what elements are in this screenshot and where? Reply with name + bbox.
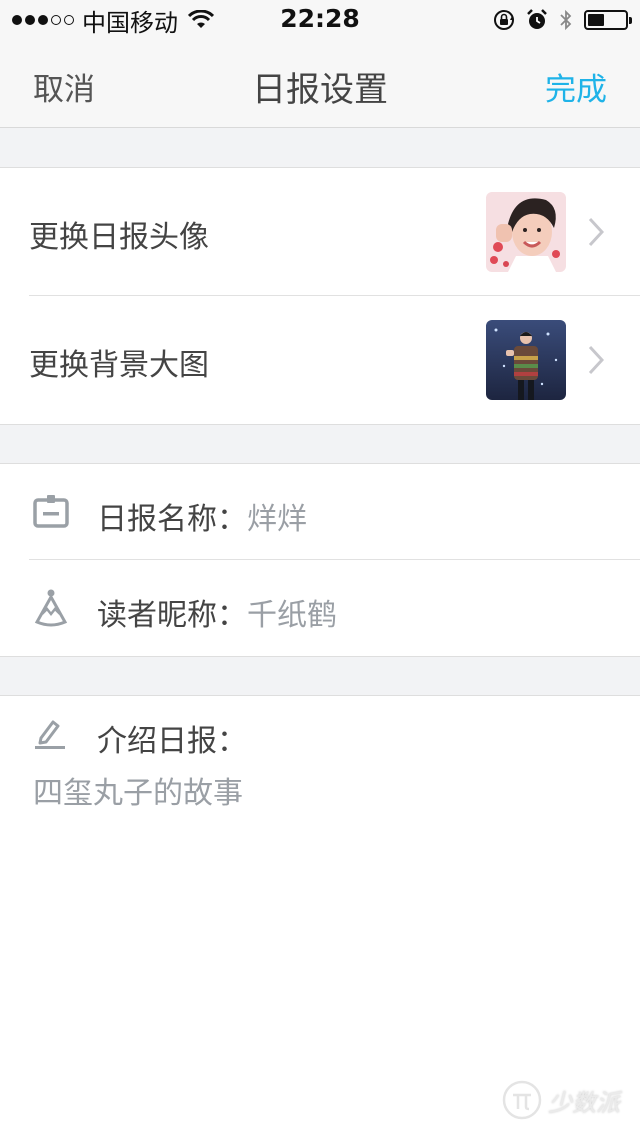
- status-bar: 中国移动 22:28: [0, 0, 640, 40]
- daily-name-value[interactable]: 烊烊: [247, 494, 307, 538]
- section-gap: [0, 656, 640, 696]
- pencil-icon: [35, 720, 65, 749]
- id-card-icon: [33, 495, 69, 528]
- background-thumbnail: [486, 320, 566, 400]
- reader-nickname-value[interactable]: 千纸鹤: [247, 590, 337, 634]
- status-right: [492, 8, 632, 32]
- chevron-right-icon: [588, 217, 604, 247]
- section-gap: [0, 424, 640, 464]
- done-button[interactable]: 完成: [545, 64, 607, 109]
- daily-name-row[interactable]: 日报名称： 烊烊: [0, 464, 640, 560]
- page-title: 日报设置: [252, 70, 388, 110]
- watermark-text: 少数派: [548, 1088, 620, 1117]
- reader-nickname-row[interactable]: 读者昵称： 千纸鹤: [0, 560, 640, 656]
- change-background-label: 更换背景大图: [29, 348, 209, 383]
- bluetooth-icon: [560, 9, 572, 31]
- change-avatar-label: 更换日报头像: [29, 220, 209, 255]
- avatar-thumbnail: [486, 192, 566, 272]
- chevron-right-icon: [588, 345, 604, 375]
- party-hat-icon: [34, 589, 68, 627]
- change-avatar-row[interactable]: 更换日报头像: [0, 168, 640, 296]
- cancel-button[interactable]: 取消: [33, 64, 95, 109]
- section-gap: [0, 128, 640, 168]
- rotation-lock-icon: [494, 10, 514, 30]
- alarm-icon: [527, 9, 547, 29]
- watermark: 少数派: [502, 1080, 620, 1120]
- reader-nickname-label: 读者昵称：: [97, 598, 247, 633]
- intro-label: 介绍日报：: [97, 724, 247, 759]
- battery-icon: [584, 10, 632, 30]
- change-background-row[interactable]: 更换背景大图: [0, 296, 640, 424]
- intro-text-field[interactable]: 四玺丸子的故事: [33, 768, 243, 812]
- daily-name-label: 日报名称：: [97, 502, 247, 537]
- sspai-logo-icon: [502, 1080, 542, 1120]
- navigation-bar: 取消 日报设置 完成: [0, 40, 640, 128]
